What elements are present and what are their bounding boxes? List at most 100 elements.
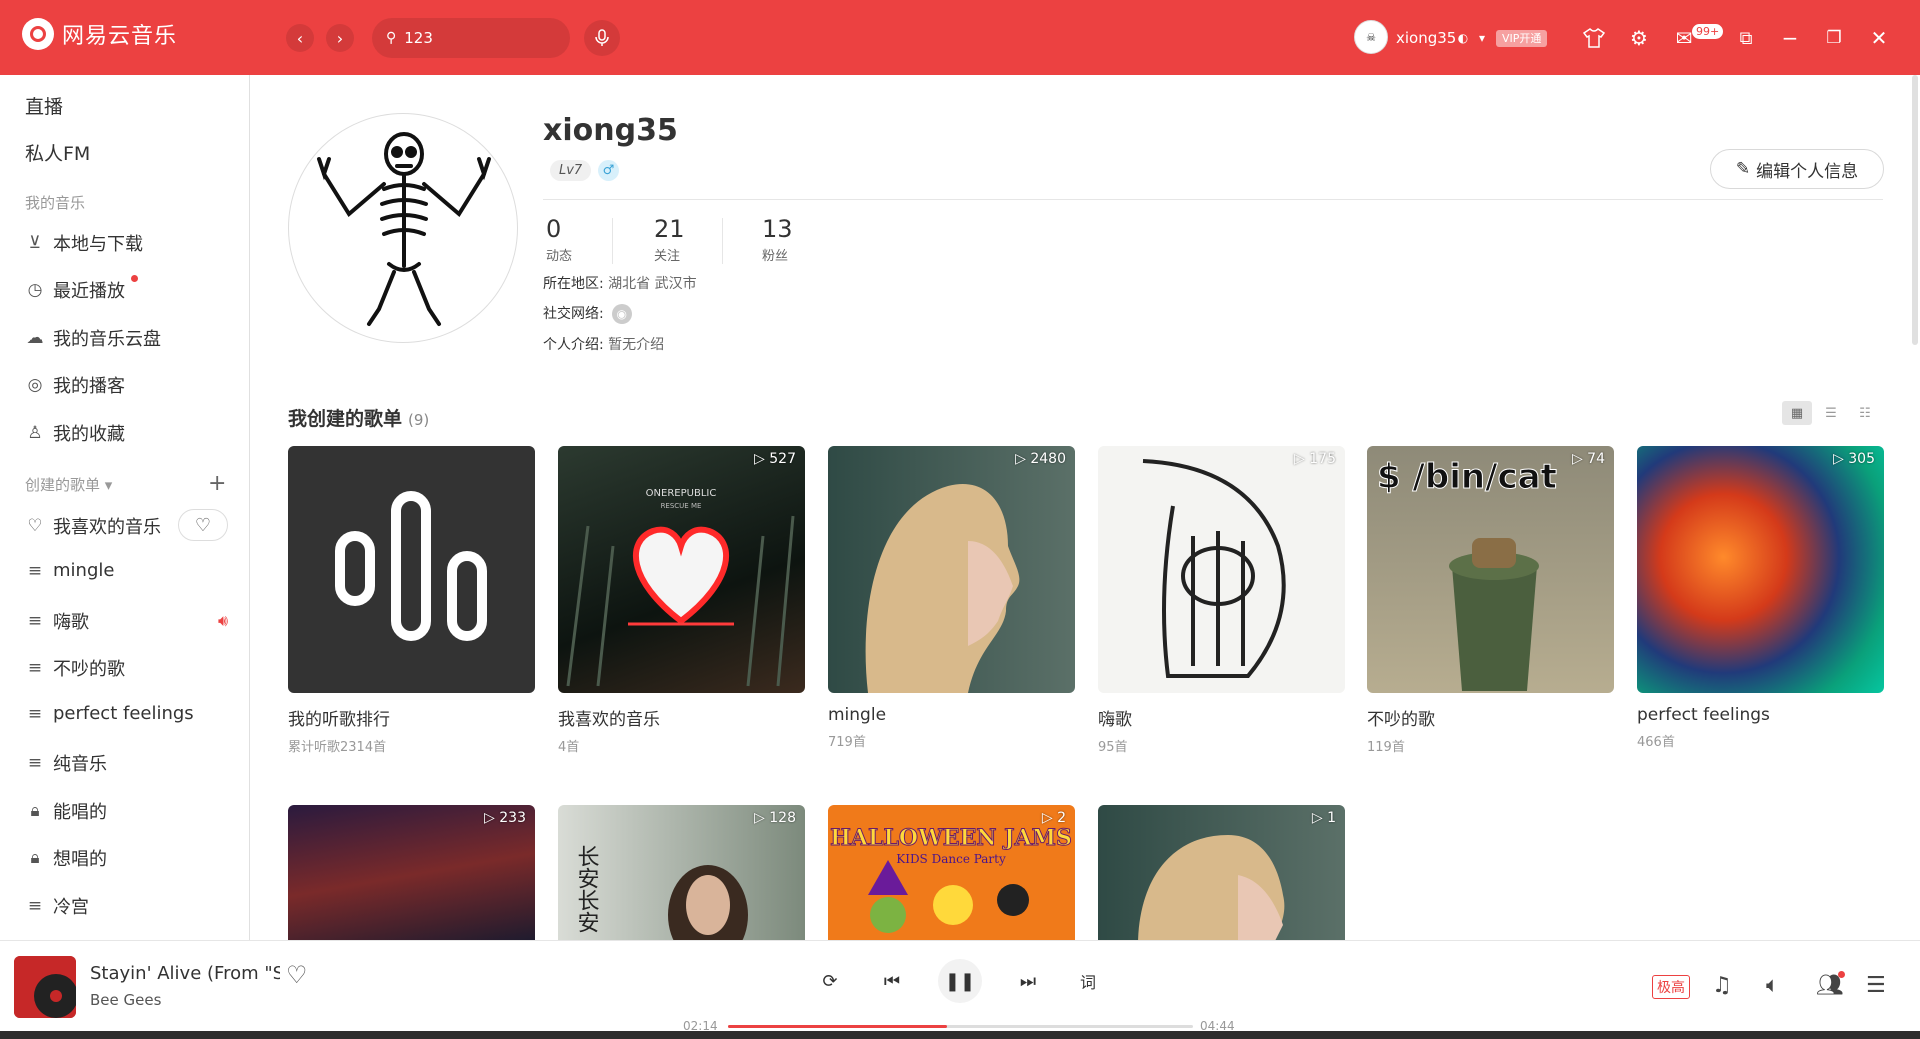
playlist-card[interactable]: ▷ 233 <box>288 805 535 945</box>
created-playlists-header[interactable]: 创建的歌单 ▾ <box>25 474 112 495</box>
playlist-icon: ≡ <box>27 896 43 916</box>
now-playing-cover[interactable] <box>14 956 76 1018</box>
sidebar-item-pure-music[interactable]: ≡ 纯音乐 <box>25 750 107 776</box>
repeat-mode-icon[interactable]: ⟳ <box>812 963 848 999</box>
vip-badge[interactable]: VIP开通 <box>1496 30 1548 47</box>
playlist-card[interactable]: ▷ 1 <box>1098 805 1345 945</box>
stat-followers[interactable]: 13 粉丝 <box>762 215 793 264</box>
mini-mode-icon[interactable]: ⧉ <box>1732 24 1760 52</box>
sidebar-item-mingle[interactable]: ≡ mingle <box>25 560 115 581</box>
back-button[interactable]: ‹ <box>286 24 314 52</box>
listen-together-dot <box>1838 971 1845 978</box>
voice-search-button[interactable] <box>584 20 620 56</box>
list-view-icon[interactable]: ☰ <box>1816 401 1846 425</box>
maximize-icon[interactable]: ❐ <box>1820 24 1848 52</box>
grid-view-icon[interactable]: ▦ <box>1782 401 1812 425</box>
sidebar-item-haige[interactable]: ≡ 嗨歌 <box>25 608 89 634</box>
stat-events[interactable]: 0 动态 <box>546 215 572 264</box>
sidebar-item-perfect-feelings[interactable]: ≡ perfect feelings <box>25 703 194 724</box>
sidebar-item-collection[interactable]: ♙ 我的收藏 <box>25 420 125 446</box>
playlist-card[interactable]: ▷ 305 perfect feelings 466首 <box>1637 446 1884 750</box>
pause-button[interactable]: ❚❚ <box>938 959 982 1003</box>
main-scrollbar[interactable] <box>1912 75 1918 345</box>
playlist-card[interactable]: HALLOWEEN JAMS KIDS Dance Party ▷ 2 <box>828 805 1075 945</box>
clock-icon: ◷ <box>27 280 43 300</box>
playlist-cover[interactable]: ▷ 305 <box>1637 446 1884 693</box>
playlist-name[interactable]: 我喜欢的音乐 <box>558 705 805 730</box>
playlist-cover[interactable]: $ /bin/cat ▷ 74 <box>1367 446 1614 693</box>
playlist-name[interactable]: 不吵的歌 <box>1367 705 1614 730</box>
lyrics-button[interactable]: 词 <box>1070 963 1106 999</box>
settings-gear-icon[interactable]: ⚙ <box>1625 24 1653 52</box>
playlist-cover[interactable]: ▷ 175 <box>1098 446 1345 693</box>
search-box[interactable]: ⚲ <box>372 18 570 58</box>
intro-value: 暂无介绍 <box>608 337 665 353</box>
heartbeat-mode-button[interactable]: ♡ <box>178 509 228 541</box>
sidebar-item-recent[interactable]: ◷ 最近播放 <box>25 277 125 303</box>
sidebar-item-live[interactable]: 直播 <box>25 92 63 119</box>
playlist-card[interactable]: ▷ 175 嗨歌 95首 <box>1098 446 1345 755</box>
playlist-cover[interactable] <box>288 446 535 693</box>
sidebar-item-liked-music[interactable]: ♡ 我喜欢的音乐 <box>25 513 161 539</box>
sidebar-item-podcast[interactable]: ◎ 我的播客 <box>25 372 125 398</box>
playlist-cover[interactable]: 长安长安 ▷ 128 <box>558 805 805 945</box>
sound-quality-button[interactable]: 极高 <box>1652 975 1690 999</box>
weibo-icon[interactable]: ◉ <box>611 304 632 324</box>
search-input[interactable] <box>404 29 555 47</box>
sidebar-item-lenggong[interactable]: ≡ 冷宫 <box>25 893 89 919</box>
playlist-card[interactable]: $ /bin/cat ▷ 74 不吵的歌 119首 <box>1367 446 1614 755</box>
sound-effect-icon[interactable]: ♫ <box>1712 973 1732 998</box>
sidebar-item-local-download[interactable]: ⊻ 本地与下载 <box>25 230 143 256</box>
close-icon[interactable]: ✕ <box>1865 24 1893 52</box>
sidebar-item-can-sing[interactable]: 🔒︎ 能唱的 <box>25 798 107 824</box>
like-heart-icon[interactable]: ♡ <box>286 961 308 989</box>
stat-number: 13 <box>762 215 793 243</box>
app-logo[interactable]: 网易云音乐 <box>22 18 177 50</box>
minimize-icon[interactable]: − <box>1776 24 1804 52</box>
view-toggle: ▦ ☰ ☷ <box>1782 401 1880 425</box>
user-menu-chevron-icon[interactable]: ▾ <box>1468 24 1496 52</box>
svg-text:KIDS Dance Party: KIDS Dance Party <box>896 852 1006 866</box>
region-info: 所在地区: 湖北省 武汉市 <box>543 273 697 293</box>
sidebar-item-want-sing[interactable]: 🔒︎ 想唱的 <box>25 845 107 871</box>
add-playlist-icon[interactable]: + <box>208 471 226 496</box>
forward-button[interactable]: › <box>326 24 354 52</box>
playlist-name[interactable]: 嗨歌 <box>1098 705 1345 730</box>
playlist-cover[interactable]: ▷ 2480 <box>828 446 1075 693</box>
playlist-card[interactable]: ONEREPUBLIC RESCUE ME ▷ 527 我喜欢的音乐 4首 <box>558 446 805 755</box>
social-label: 社交网络: <box>543 306 604 322</box>
play-count: ▷ 175 <box>1294 451 1336 467</box>
now-playing-title[interactable]: Stayin' Alive (From "Saturday Night Feve… <box>90 963 280 984</box>
topbar-username[interactable]: xiong35 <box>1396 29 1456 47</box>
user-star-icon: ♙ <box>27 423 43 443</box>
stat-following[interactable]: 21 关注 <box>654 215 685 264</box>
next-track-icon[interactable]: ⏭︎ <box>1010 963 1046 999</box>
skin-shirt-icon[interactable] <box>1580 24 1608 52</box>
playlist-name[interactable]: mingle <box>828 705 1075 725</box>
level-badge[interactable]: Lv7 <box>550 160 592 181</box>
profile-avatar[interactable] <box>288 113 518 343</box>
playlist-cover[interactable]: ▷ 233 <box>288 805 535 945</box>
playlist-cover[interactable]: ONEREPUBLIC RESCUE ME ▷ 527 <box>558 446 805 693</box>
user-avatar[interactable]: ☠ <box>1354 20 1388 54</box>
play-count: ▷ 2 <box>1041 810 1066 826</box>
playlist-name[interactable]: 我的听歌排行 <box>288 705 535 730</box>
playlist-cover[interactable]: HALLOWEEN JAMS KIDS Dance Party ▷ 2 <box>828 805 1075 945</box>
playlist-card[interactable]: 长安长安 ▷ 128 <box>558 805 805 945</box>
volume-icon[interactable]: 🔈︎ <box>1766 973 1779 998</box>
now-playing-artist[interactable]: Bee Gees <box>90 991 161 1009</box>
previous-track-icon[interactable]: ⏮︎ <box>874 963 910 999</box>
playlist-card[interactable]: 我的听歌排行 累计听歌2314首 <box>288 446 535 755</box>
profile-divider <box>543 199 1883 200</box>
progress-bar[interactable] <box>728 1025 1193 1028</box>
sidebar-item-cloud[interactable]: ☁ 我的音乐云盘 <box>25 325 162 351</box>
edit-profile-button[interactable]: ✎ 编辑个人信息 <box>1710 149 1884 189</box>
detail-list-view-icon[interactable]: ☷ <box>1850 401 1880 425</box>
sidebar-item-buchao[interactable]: ≡ 不吵的歌 <box>25 655 125 681</box>
sidebar-item-fm[interactable]: 私人FM <box>25 139 90 166</box>
playlist-queue-icon[interactable]: ☰ <box>1866 973 1886 998</box>
playlist-card[interactable]: ▷ 2480 mingle 719首 <box>828 446 1075 750</box>
playlist-name[interactable]: perfect feelings <box>1637 705 1884 725</box>
playlist-cover[interactable]: ▷ 1 <box>1098 805 1345 945</box>
sidebar-item-label: 嗨歌 <box>53 612 89 633</box>
